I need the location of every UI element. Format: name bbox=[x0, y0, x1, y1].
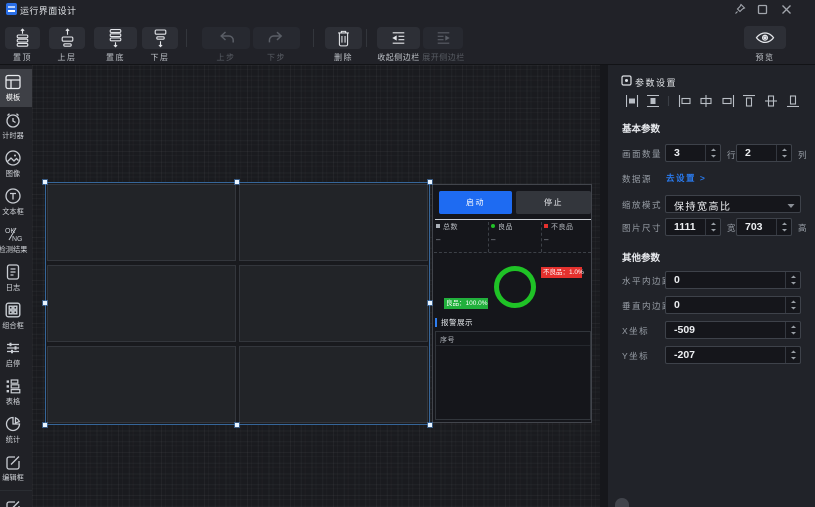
svg-text:NG: NG bbox=[12, 236, 22, 243]
